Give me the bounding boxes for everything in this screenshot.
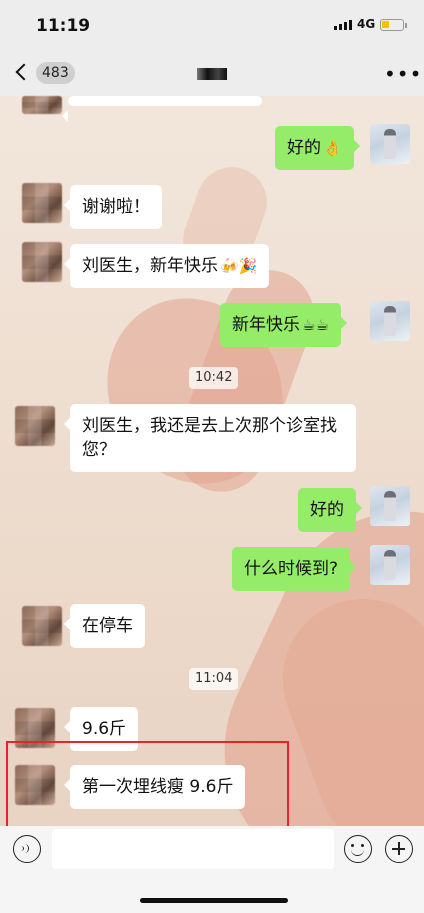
message-text: 新年快乐: [232, 315, 300, 335]
message-text: 刘医生，新年快乐: [82, 256, 218, 276]
message-bubble-other[interactable]: 刘医生，我还是去上次那个诊室找您？: [64, 404, 356, 472]
unread-count-badge[interactable]: 483: [36, 62, 75, 84]
chevron-left-icon[interactable]: [15, 63, 33, 81]
plus-icon[interactable]: [385, 835, 413, 863]
contact-avatar[interactable]: [22, 606, 62, 646]
message-text: 9.6斤: [82, 719, 127, 739]
message-bubble-self[interactable]: 什么时候到?: [232, 547, 357, 591]
network-type: 4G: [357, 17, 376, 31]
message-text: 好的: [310, 500, 344, 520]
self-avatar[interactable]: [370, 301, 410, 341]
contact-avatar[interactable]: [15, 406, 55, 446]
battery-icon: [380, 19, 407, 31]
self-avatar[interactable]: [370, 124, 410, 164]
message-bubble-self[interactable]: 好的: [298, 488, 362, 532]
signal-icon: [334, 20, 352, 30]
smiley-icon[interactable]: [344, 835, 372, 863]
status-bar: 11:19 4G: [0, 0, 424, 54]
voice-icon[interactable]: [13, 835, 41, 863]
contact-avatar[interactable]: [22, 96, 62, 114]
message-bubble-self[interactable]: 好的 👌: [275, 126, 360, 170]
message-bubble-other[interactable]: 谢谢啦！: [64, 185, 162, 229]
input-bar: [0, 826, 424, 913]
message-timestamp: 10:42: [189, 367, 239, 389]
message-bubble-other[interactable]: 刘医生，新年快乐 🍻🎉: [63, 244, 270, 288]
message-bubble-other[interactable]: 在停车: [64, 604, 145, 648]
coffee-emoji-icon: ☕☕: [302, 316, 329, 334]
status-time: 11:19: [36, 16, 91, 36]
message-text: 在停车: [82, 616, 133, 636]
more-dots-icon[interactable]: •••: [384, 62, 422, 86]
message-bubble-self[interactable]: 新年快乐 ☕☕: [220, 303, 347, 347]
self-avatar[interactable]: [370, 545, 410, 585]
message-input[interactable]: [52, 829, 334, 869]
contact-avatar[interactable]: [22, 183, 62, 223]
message-timestamp: 11:04: [189, 668, 239, 690]
contact-avatar[interactable]: [22, 242, 62, 282]
message-text: 谢谢啦！: [82, 197, 150, 217]
message-text: 好的: [287, 138, 321, 158]
chat-header: 483 •••: [0, 54, 424, 96]
celebration-emoji-icon: 🍻🎉: [220, 257, 258, 275]
chat-title-redacted: [197, 68, 227, 80]
home-indicator: [140, 898, 288, 903]
message-bubble-partial: [62, 96, 262, 122]
message-text: 刘医生，我还是去上次那个诊室找您？: [82, 416, 337, 460]
self-avatar[interactable]: [370, 486, 410, 526]
message-text: 什么时候到?: [244, 559, 339, 579]
ok-hand-emoji-icon: 👌: [323, 139, 342, 157]
